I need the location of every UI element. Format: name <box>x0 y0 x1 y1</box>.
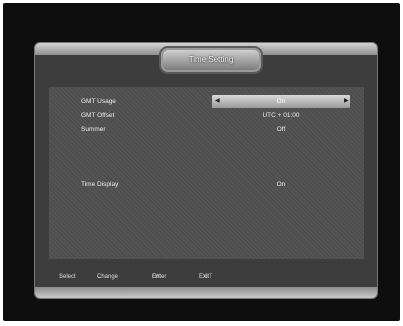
setting-label-time-display: Time Display <box>81 181 119 188</box>
help-label-enter: Enter <box>152 274 167 280</box>
setting-value-gmt-usage[interactable]: On <box>212 95 350 108</box>
tv-screen: Time Setting GMT Usage On ◀ ▶ GMT Offset… <box>3 3 400 321</box>
settings-panel: GMT Usage On ◀ ▶ GMT Offset UTC + 01:00 … <box>49 87 364 259</box>
setting-value-time-display[interactable]: On <box>212 178 350 191</box>
page-title: Time Setting <box>188 55 234 64</box>
setting-row-summer[interactable]: Summer Off <box>49 123 364 136</box>
setting-value-gmt-offset[interactable]: UTC + 01:00 <box>212 109 350 122</box>
setting-row-time-display[interactable]: Time Display On <box>49 178 364 191</box>
setting-value-summer[interactable]: Off <box>212 123 350 136</box>
dialog-bottom-bar <box>35 287 377 298</box>
help-label-change: Change <box>97 274 119 280</box>
setting-row-gmt-offset[interactable]: GMT Offset UTC + 01:00 <box>49 109 364 122</box>
help-label-select: Select <box>59 274 76 280</box>
setting-label-gmt-offset: GMT Offset <box>81 112 115 119</box>
setting-label-summer: Summer <box>81 126 106 133</box>
setting-label-gmt-usage: GMT Usage <box>81 98 116 105</box>
time-setting-dialog: Time Setting GMT Usage On ◀ ▶ GMT Offset… <box>34 42 378 299</box>
help-label-exit: Exit <box>199 274 210 280</box>
setting-row-gmt-usage[interactable]: GMT Usage On ◀ ▶ <box>49 95 364 108</box>
arrow-right-icon[interactable]: ▶ <box>344 95 349 108</box>
title-tab: Time Setting <box>161 48 261 72</box>
arrow-left-icon[interactable]: ◀ <box>215 95 220 108</box>
